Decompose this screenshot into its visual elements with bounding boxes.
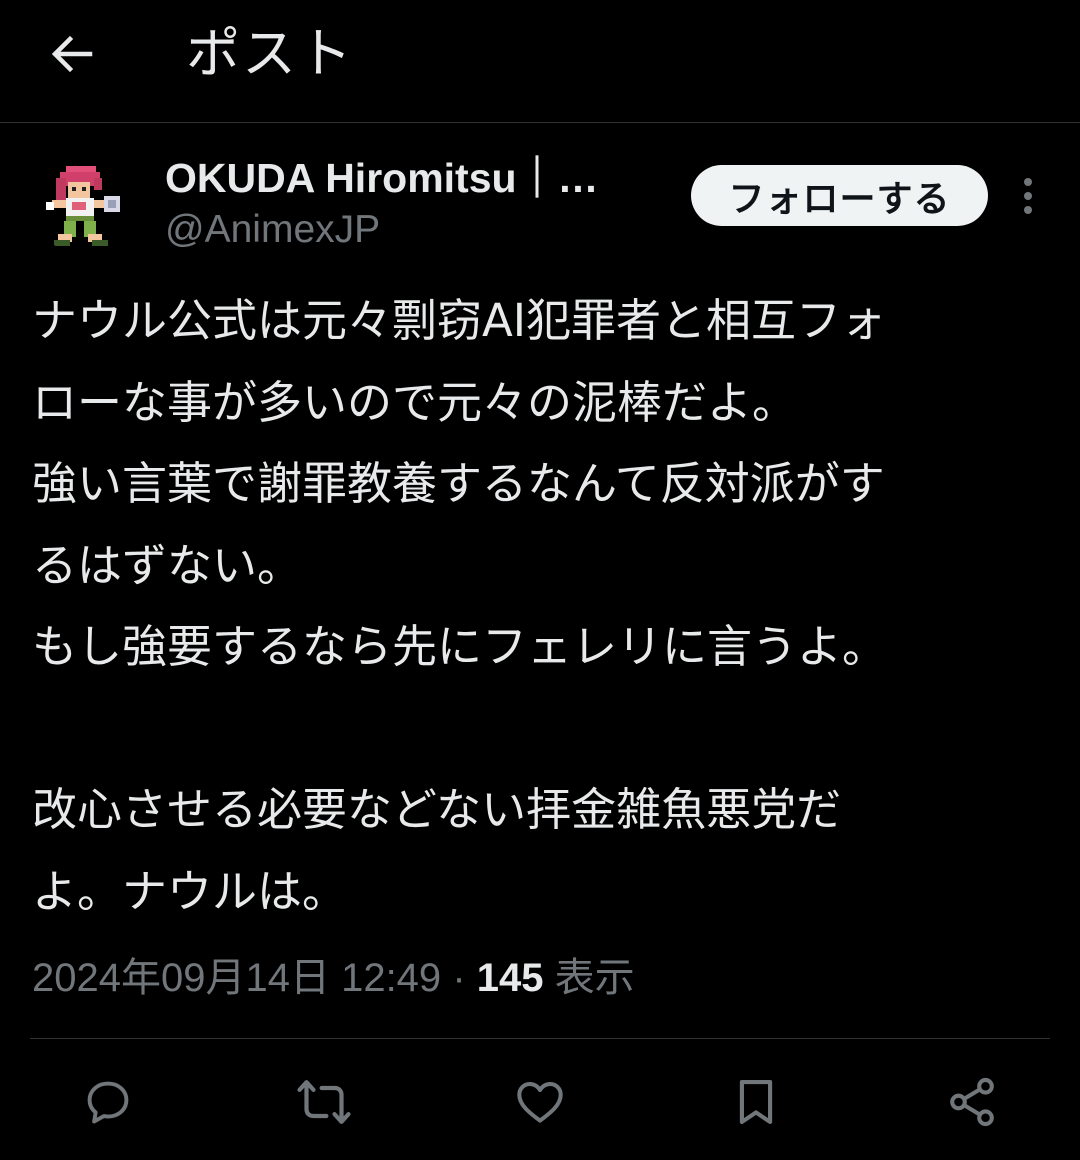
timestamp[interactable]: 2024年09月14日 12:49 (32, 956, 441, 1000)
tweet-line: よ。ナウルは。 (32, 864, 348, 918)
tweet-line: 改心させる必要などない拝金雑魚悪党だ (32, 783, 842, 836)
back-button[interactable] (40, 22, 104, 86)
heart-icon (517, 1081, 563, 1123)
tweet-text: ナウル公式は元々剽窃AI犯罪者と相互フォ ローな事が多いので元々の泥棒だよ。 強… (32, 280, 1052, 932)
pixel-art-character-avatar (36, 158, 134, 256)
follow-button[interactable]: フォローする (691, 165, 988, 226)
author-display-name[interactable]: OKUDA Hiromitsu｜… (165, 152, 635, 204)
meta-separator: · (452, 956, 466, 1000)
tweet-line: るはずない。 (32, 538, 303, 592)
top-app-bar: ポスト (0, 0, 1080, 123)
more-options-button[interactable] (1008, 172, 1048, 220)
view-label: 表示 (554, 956, 635, 1000)
tweet-line: ナウル公式は元々剽窃AI犯罪者と相互フォ (32, 294, 887, 347)
tweet-line: もし強要するなら先にフェレリに言うよ。 (32, 620, 888, 673)
comment-icon (87, 1081, 129, 1124)
repost-icon (297, 1080, 351, 1124)
page-title: ポスト (186, 22, 354, 85)
share-icon (950, 1077, 994, 1127)
tweet-meta: 2024年09月14日 12:49 · 145 表示 (32, 950, 635, 1006)
tweet-line (32, 688, 1052, 770)
reply-button[interactable] (78, 1072, 138, 1132)
tweet-line: 強い言葉で謝罪教養するなんて反対派がす (32, 457, 885, 510)
view-count[interactable]: 145 (477, 956, 544, 1000)
bookmark-button[interactable] (726, 1072, 786, 1132)
share-button[interactable] (942, 1072, 1002, 1132)
like-button[interactable] (510, 1072, 570, 1132)
more-vertical-icon (1024, 178, 1032, 214)
arrow-left-icon (51, 35, 93, 73)
tweet-line: ローな事が多いので元々の泥棒だよ。 (32, 375, 798, 429)
author-handle[interactable]: @AnimexJP (165, 205, 380, 255)
divider (30, 1038, 1050, 1039)
repost-button[interactable] (294, 1072, 354, 1132)
avatar[interactable] (36, 158, 134, 256)
bookmark-icon (739, 1080, 773, 1124)
